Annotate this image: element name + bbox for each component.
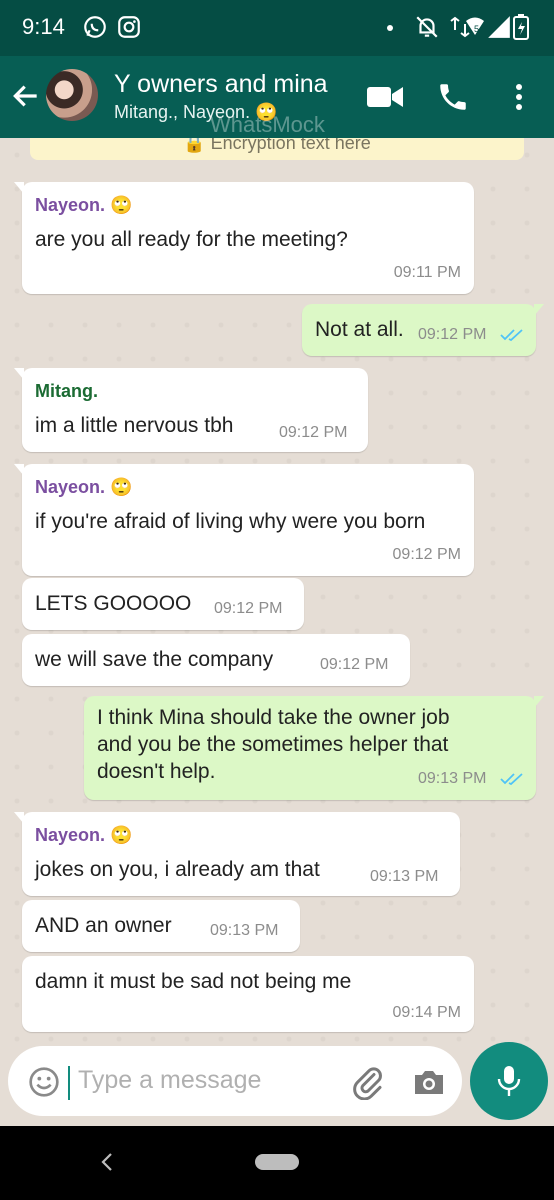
dot-icon [387, 25, 393, 31]
message-bubble-outgoing[interactable]: Not at all. 09:12 PM [302, 304, 544, 356]
message-text: AND an owner [35, 914, 172, 937]
message-bubble-incoming[interactable]: damn it must be sad not being me 09:14 P… [22, 956, 474, 1032]
message-time: 09:13 PM [370, 868, 439, 885]
system-nav-bar [0, 1126, 554, 1200]
message-text: LETS GOOOOO [35, 592, 192, 615]
message-text: I think Mina should take the owner job [97, 706, 450, 729]
message-time: 09:11 PM [393, 264, 461, 281]
message-bubble-incoming[interactable]: Mitang. im a little nervous tbh 09:12 PM [14, 368, 368, 452]
emoji-icon[interactable] [28, 1066, 60, 1098]
more-vert-icon[interactable] [504, 80, 534, 114]
message-time: 09:13 PM [418, 770, 487, 787]
nav-back-icon[interactable] [98, 1150, 116, 1174]
message-list[interactable]: 🔒 Encryption text here Nayeon. 🙄 are you… [0, 138, 554, 1042]
message-bubble-outgoing[interactable]: I think Mina should take the owner job a… [84, 696, 544, 800]
wifi-icon: 5 [450, 16, 484, 38]
back-arrow-icon[interactable] [10, 80, 42, 112]
message-sender: Mitang. [35, 381, 98, 401]
attach-icon[interactable] [350, 1064, 386, 1100]
whatsapp-icon [84, 16, 106, 38]
read-ticks-icon [500, 773, 523, 786]
chat-title[interactable]: Y owners and mina [114, 70, 328, 99]
status-time: 9:14 [22, 14, 65, 39]
message-text: if you're afraid of living why were you … [35, 510, 426, 533]
message-bubble-incoming[interactable]: LETS GOOOOO 09:12 PM [22, 578, 304, 630]
message-text: Not at all. [315, 318, 404, 341]
mute-icon [416, 16, 438, 38]
mic-icon [497, 1066, 521, 1096]
message-text: and you be the sometimes helper that [97, 733, 449, 756]
message-bubble-incoming[interactable]: AND an owner 09:13 PM [22, 900, 300, 952]
network-label: 5 [474, 24, 479, 34]
message-input[interactable]: Type a message [78, 1066, 261, 1095]
message-sender: Nayeon. 🙄 [35, 825, 133, 845]
read-ticks-icon [500, 329, 523, 342]
phone-icon[interactable] [436, 80, 470, 114]
message-bubble-incoming[interactable]: Nayeon. 🙄 are you all ready for the meet… [14, 182, 474, 294]
status-bar: 9:14 5 [0, 0, 554, 56]
message-text: are you all ready for the meeting? [35, 228, 348, 251]
message-text: jokes on you, i already am that [35, 858, 320, 881]
message-time: 09:14 PM [392, 1004, 461, 1021]
chat-header: Y owners and mina Mitang., Nayeon. 🙄 Wha… [0, 56, 554, 138]
message-time: 09:12 PM [279, 424, 348, 441]
message-time: 09:12 PM [418, 326, 487, 343]
message-composer[interactable]: Type a message [8, 1046, 462, 1116]
message-time: 09:13 PM [210, 922, 279, 939]
message-time: 09:12 PM [320, 656, 389, 673]
encryption-notice: 🔒 Encryption text here [30, 138, 524, 160]
message-time: 09:12 PM [392, 546, 461, 563]
message-text: damn it must be sad not being me [35, 970, 352, 993]
voice-message-button[interactable] [470, 1042, 548, 1120]
instagram-icon [118, 16, 140, 38]
group-avatar[interactable] [46, 69, 98, 121]
message-text: we will save the company [35, 648, 274, 671]
message-bubble-incoming[interactable]: Nayeon. 🙄 jokes on you, i already am tha… [14, 812, 460, 896]
signal-icon [488, 16, 510, 38]
battery-icon [513, 14, 529, 40]
message-time: 09:12 PM [214, 600, 283, 617]
nav-home-pill[interactable] [255, 1154, 299, 1170]
text-cursor [68, 1066, 70, 1100]
message-bubble-incoming[interactable]: Nayeon. 🙄 if you're afraid of living why… [14, 464, 474, 576]
watermark: WhatsMock [210, 112, 325, 137]
video-call-icon[interactable] [366, 80, 404, 114]
camera-icon[interactable] [412, 1066, 446, 1098]
message-text: im a little nervous tbh [35, 414, 234, 437]
message-sender: Nayeon. 🙄 [35, 195, 133, 215]
message-bubble-incoming[interactable]: we will save the company 09:12 PM [22, 634, 410, 686]
message-sender: Nayeon. 🙄 [35, 477, 133, 497]
message-text: doesn't help. [97, 760, 216, 783]
